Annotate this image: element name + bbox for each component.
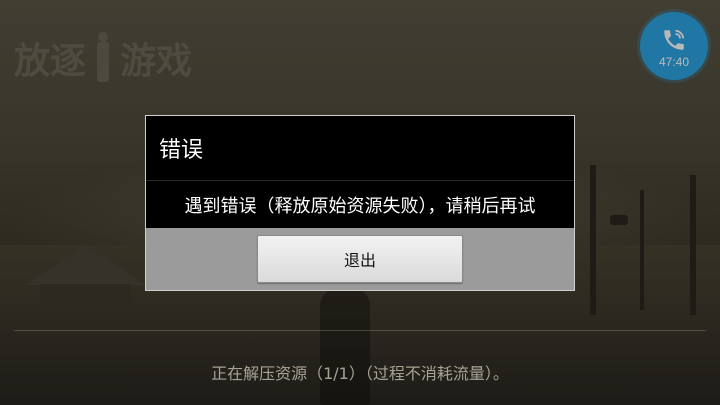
exit-button[interactable]: 退出	[257, 235, 463, 283]
dialog-title: 错误	[146, 116, 574, 181]
loading-status-text: 正在解压资源（1/1）（过程不消耗流量）。	[211, 364, 509, 383]
error-dialog: 错误 遇到错误（释放原始资源失败），请稍后再试 退出	[145, 115, 575, 291]
dialog-actions: 退出	[146, 228, 574, 290]
dialog-message: 遇到错误（释放原始资源失败），请稍后再试	[184, 196, 536, 217]
divider	[14, 330, 706, 331]
